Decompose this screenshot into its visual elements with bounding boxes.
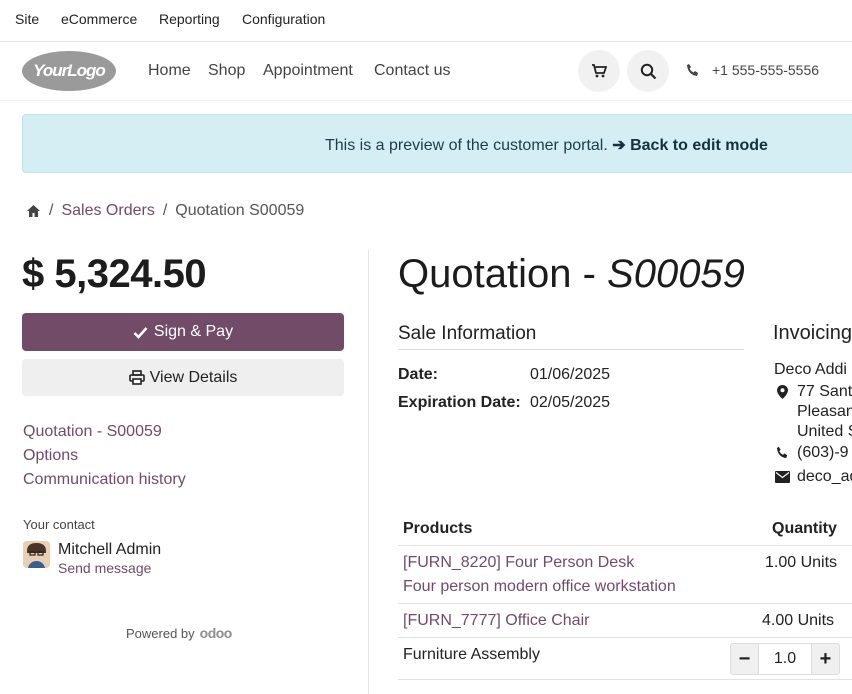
breadcrumb: / Sales Orders / Quotation S00059 bbox=[26, 202, 304, 220]
cart-button[interactable] bbox=[578, 50, 620, 92]
section-divider bbox=[398, 349, 744, 350]
quantity-stepper: − 1.0 + bbox=[730, 643, 840, 675]
expiration-date-label: Expiration Date: bbox=[398, 394, 521, 411]
nav-shop[interactable]: Shop bbox=[208, 62, 245, 80]
nav-contact-us[interactable]: Contact us bbox=[374, 62, 450, 80]
increase-quantity-button[interactable]: + bbox=[811, 643, 840, 675]
avatar bbox=[23, 541, 50, 568]
search-icon bbox=[640, 63, 656, 79]
minus-icon: − bbox=[738, 647, 751, 670]
table-divider bbox=[398, 679, 852, 680]
total-amount: $ 5,324.50 bbox=[22, 252, 207, 296]
view-details-button[interactable]: View Details bbox=[22, 359, 344, 396]
nav-appointment[interactable]: Appointment bbox=[263, 62, 353, 80]
product-quantity: 1.00 Units bbox=[765, 554, 838, 571]
sale-information-title: Sale Information bbox=[398, 323, 537, 344]
column-divider bbox=[368, 250, 369, 694]
sign-pay-label: Sign & Pay bbox=[153, 323, 234, 340]
phone-icon bbox=[687, 64, 698, 76]
breadcrumb-current: Quotation S00059 bbox=[175, 202, 305, 219]
decrease-quantity-button[interactable]: − bbox=[730, 643, 759, 675]
menu-configuration[interactable]: Configuration bbox=[242, 11, 325, 27]
banner-text: This is a preview of the customer portal… bbox=[325, 135, 768, 155]
menu-reporting[interactable]: Reporting bbox=[159, 11, 220, 27]
nav-home[interactable]: Home bbox=[148, 62, 191, 80]
contact-label: Your contact bbox=[23, 517, 95, 532]
print-icon bbox=[128, 370, 145, 385]
invoice-street: 77 Sant bbox=[797, 383, 852, 400]
invoice-name: Deco Addi bbox=[774, 361, 847, 378]
title-order-id: S00059 bbox=[607, 252, 745, 296]
breadcrumb-sales-orders[interactable]: Sales Orders bbox=[61, 202, 154, 220]
title-prefix: Quotation - bbox=[398, 252, 608, 296]
arrow-right-icon: ➔ bbox=[612, 137, 626, 154]
sidebar-link-communication[interactable]: Communication history bbox=[23, 471, 186, 489]
product-name[interactable]: [FURN_8220] Four Person Desk bbox=[403, 554, 634, 572]
map-marker-icon bbox=[777, 385, 788, 399]
quantity-input[interactable]: 1.0 bbox=[759, 643, 811, 675]
breadcrumb-separator: / bbox=[49, 202, 54, 219]
product-quantity: 4.00 Units bbox=[762, 612, 835, 629]
table-divider bbox=[398, 603, 852, 604]
table-divider bbox=[398, 545, 852, 546]
preview-banner: This is a preview of the customer portal… bbox=[22, 114, 852, 173]
contact-name: Mitchell Admin bbox=[58, 541, 162, 558]
sidebar-link-options[interactable]: Options bbox=[23, 447, 78, 465]
back-to-edit-link[interactable]: ➔ Back to edit mode bbox=[612, 137, 768, 154]
powered-by-label: Powered by bbox=[126, 626, 195, 641]
invoice-city: Pleasan bbox=[797, 403, 852, 420]
menu-site[interactable]: Site bbox=[15, 11, 39, 27]
site-header: YourLogo Home Shop Appointment Contact u… bbox=[0, 42, 852, 101]
product-name: Furniture Assembly bbox=[403, 646, 540, 663]
home-icon[interactable] bbox=[26, 204, 41, 218]
logo[interactable]: YourLogo bbox=[22, 51, 116, 91]
menu-ecommerce[interactable]: eCommerce bbox=[61, 11, 137, 27]
envelope-icon bbox=[775, 471, 790, 483]
invoice-country: United S bbox=[797, 423, 852, 440]
cart-icon bbox=[592, 64, 607, 78]
products-header: Products bbox=[403, 520, 473, 537]
invoicing-title: Invoicing bbox=[773, 322, 852, 344]
phone-contact[interactable]: +1 555-555-5556 bbox=[686, 62, 819, 78]
product-name[interactable]: [FURN_7777] Office Chair bbox=[403, 612, 589, 630]
date-value: 01/06/2025 bbox=[530, 366, 611, 383]
date-label: Date: bbox=[398, 366, 439, 383]
admin-topbar: Site eCommerce Reporting Configuration bbox=[0, 0, 852, 42]
invoice-phone: (603)-9 bbox=[797, 444, 849, 461]
product-description[interactable]: Four person modern office workstation bbox=[403, 578, 676, 596]
quantity-header: Quantity bbox=[772, 520, 837, 537]
invoice-email[interactable]: deco_ad bbox=[797, 468, 852, 486]
plus-icon: + bbox=[819, 647, 832, 670]
send-message-link[interactable]: Send message bbox=[58, 560, 151, 576]
view-details-label: View Details bbox=[149, 368, 238, 386]
phone-icon bbox=[776, 446, 788, 459]
search-button[interactable] bbox=[627, 50, 669, 92]
sidebar-link-quotation[interactable]: Quotation - S00059 bbox=[23, 423, 162, 441]
odoo-logo[interactable]: odoo bbox=[200, 625, 233, 641]
check-icon bbox=[133, 326, 148, 339]
page-title: Quotation - S00059 bbox=[398, 252, 745, 297]
banner-message: This is a preview of the customer portal… bbox=[325, 137, 608, 154]
table-divider bbox=[398, 637, 852, 638]
powered-by: Powered by odoo bbox=[126, 625, 232, 641]
sign-pay-button[interactable]: Sign & Pay bbox=[22, 313, 344, 351]
expiration-date-value: 02/05/2025 bbox=[530, 394, 611, 411]
breadcrumb-separator: / bbox=[162, 202, 168, 219]
phone-number: +1 555-555-5556 bbox=[712, 62, 820, 78]
